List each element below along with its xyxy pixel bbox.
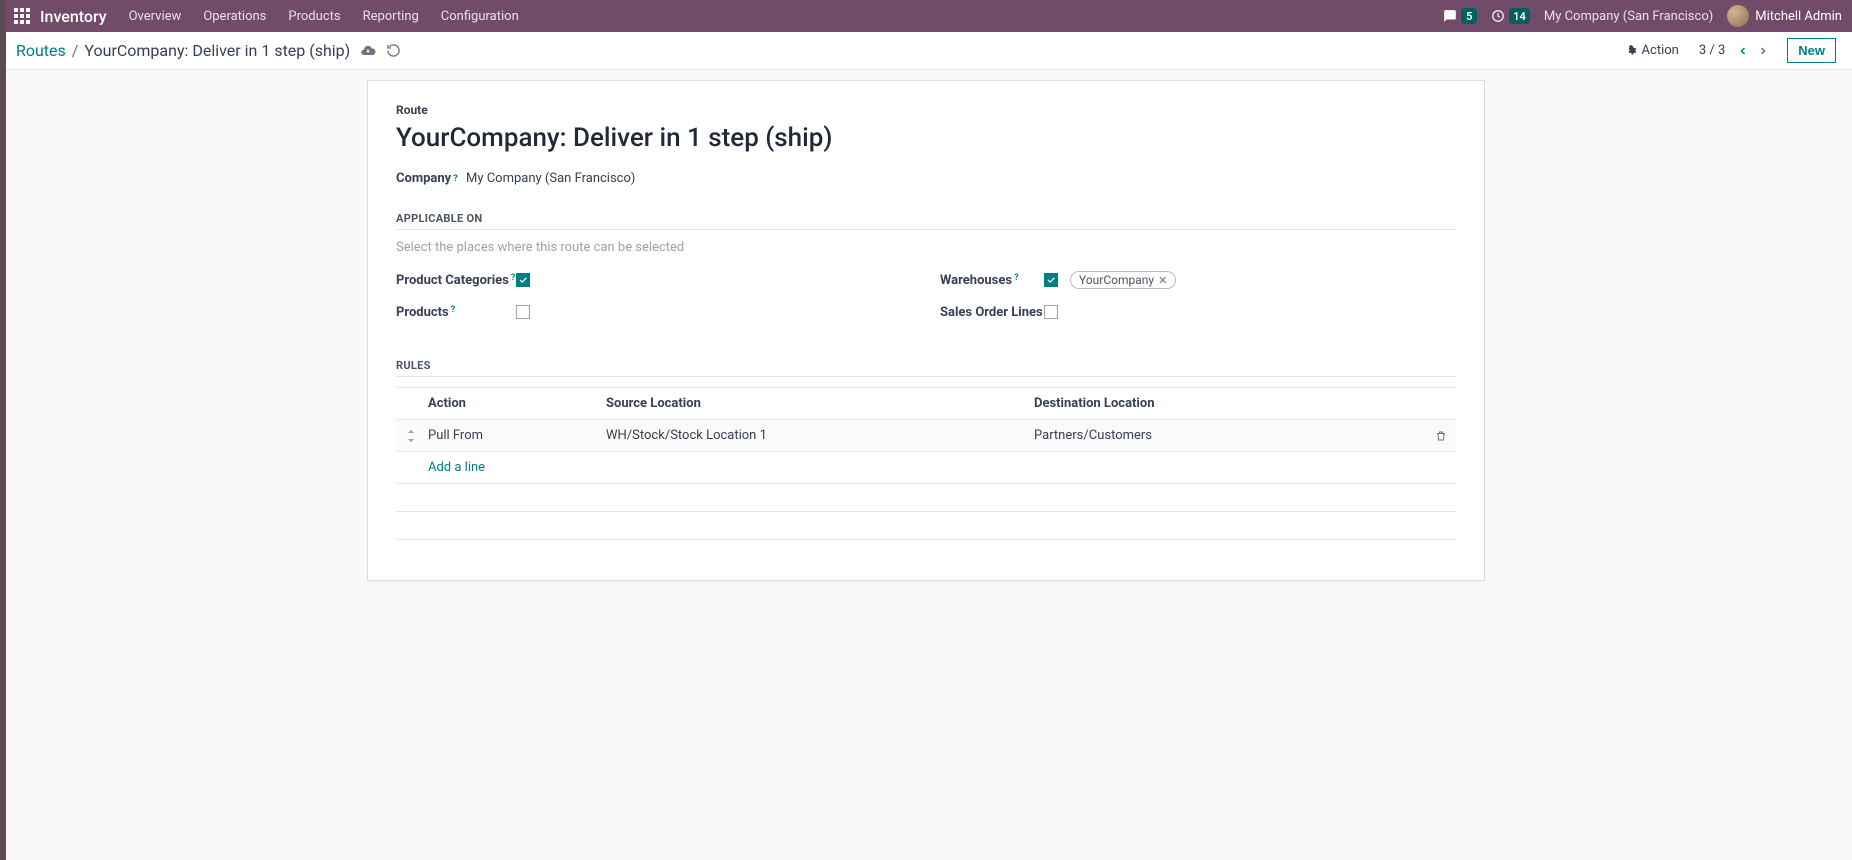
sales-order-lines-label: Sales Order Lines <box>940 305 1043 320</box>
warehouse-tag-label: YourCompany <box>1079 273 1154 287</box>
pager-prev[interactable] <box>1733 41 1753 61</box>
breadcrumb-root[interactable]: Routes <box>16 41 66 60</box>
company-value[interactable]: My Company (San Francisco) <box>466 171 635 186</box>
route-title[interactable]: YourCompany: Deliver in 1 step (ship) <box>396 123 1456 153</box>
table-row: Add a line <box>396 452 1456 484</box>
rule-source[interactable]: WH/Stock/Stock Location 1 <box>606 428 1034 443</box>
applicable-on-title: Applicable On <box>396 212 1456 225</box>
product-categories-label: Product Categories <box>396 273 509 288</box>
products-checkbox[interactable] <box>516 305 530 319</box>
breadcrumb-current: YourCompany: Deliver in 1 step (ship) <box>84 41 350 60</box>
new-button[interactable]: New <box>1787 38 1836 63</box>
warehouse-tag[interactable]: YourCompany ✕ <box>1070 271 1176 289</box>
table-row[interactable]: Pull From WH/Stock/Stock Location 1 Part… <box>396 420 1456 452</box>
rules-table: Action Source Location Destination Locat… <box>396 387 1456 540</box>
warehouse-tag-remove-icon[interactable]: ✕ <box>1158 274 1167 287</box>
applicable-hint: Select the places where this route can b… <box>396 240 1456 255</box>
rules-header-source[interactable]: Source Location <box>606 396 1034 411</box>
help-icon[interactable]: ? <box>451 305 455 315</box>
rules-header-row: Action Source Location Destination Locat… <box>396 387 1456 420</box>
company-switcher[interactable]: My Company (San Francisco) <box>1544 9 1713 24</box>
activities-count: 14 <box>1509 8 1530 24</box>
action-dropdown[interactable]: Action <box>1624 43 1679 58</box>
delete-row-icon[interactable] <box>1426 430 1456 442</box>
warehouses-label: Warehouses <box>940 273 1012 288</box>
pager-text[interactable]: 3 / 3 <box>1699 43 1725 58</box>
breadcrumb-separator: / <box>72 41 79 60</box>
add-line-link[interactable]: Add a line <box>428 460 485 475</box>
user-menu[interactable]: Mitchell Admin <box>1727 5 1842 27</box>
messages-count: 5 <box>1461 8 1477 24</box>
menu-overview[interactable]: Overview <box>129 9 182 24</box>
menu-configuration[interactable]: Configuration <box>441 9 519 24</box>
pager-next[interactable] <box>1753 41 1773 61</box>
menu-products[interactable]: Products <box>288 9 340 24</box>
help-icon[interactable]: ? <box>453 174 457 184</box>
app-brand[interactable]: Inventory <box>40 7 107 26</box>
action-label: Action <box>1642 43 1679 58</box>
drag-handle-icon[interactable] <box>396 430 426 442</box>
rules-header-dest[interactable]: Destination Location <box>1034 396 1426 411</box>
help-icon[interactable]: ? <box>511 273 515 283</box>
rules-title: Rules <box>396 359 1456 372</box>
company-label: Company <box>396 171 451 186</box>
control-bar: Routes / YourCompany: Deliver in 1 step … <box>0 32 1852 70</box>
rule-action[interactable]: Pull From <box>426 428 606 443</box>
menu-reporting[interactable]: Reporting <box>363 9 419 24</box>
top-navbar: Inventory Overview Operations Products R… <box>0 0 1852 32</box>
save-cloud-icon[interactable] <box>360 43 376 59</box>
rules-header-action[interactable]: Action <box>426 396 606 411</box>
rule-dest[interactable]: Partners/Customers <box>1034 428 1426 443</box>
apps-icon[interactable] <box>14 8 30 24</box>
breadcrumb: Routes / YourCompany: Deliver in 1 step … <box>16 41 350 60</box>
avatar <box>1727 5 1749 27</box>
messages-button[interactable]: 5 <box>1443 8 1477 24</box>
help-icon[interactable]: ? <box>1014 273 1018 283</box>
sales-order-lines-checkbox[interactable] <box>1044 305 1058 319</box>
route-label: Route <box>396 103 1456 117</box>
discard-icon[interactable] <box>386 43 402 59</box>
menu-operations[interactable]: Operations <box>203 9 266 24</box>
products-label: Products <box>396 305 449 320</box>
warehouses-checkbox[interactable] <box>1044 273 1058 287</box>
activities-button[interactable]: 14 <box>1491 8 1530 24</box>
product-categories-checkbox[interactable] <box>516 273 530 287</box>
user-name: Mitchell Admin <box>1755 9 1842 24</box>
form-sheet: Route YourCompany: Deliver in 1 step (sh… <box>367 80 1485 581</box>
